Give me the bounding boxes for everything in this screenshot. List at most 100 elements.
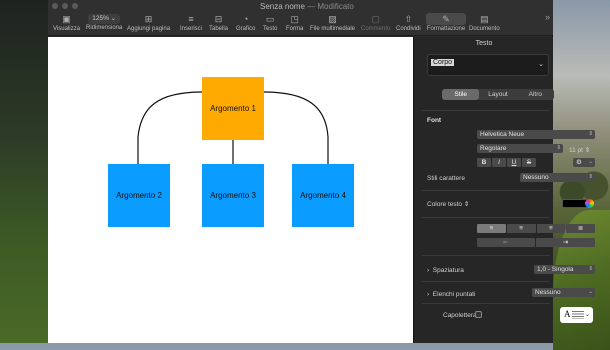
chevron-down-icon: ⌄ — [538, 61, 544, 68]
app-window: Senza nome — Modificato » ▣ Visualizza 1… — [48, 0, 595, 343]
chevron-updown-icon: ⇕ — [588, 174, 593, 180]
chart-icon: ◔ — [242, 14, 249, 24]
dropcap-style-select[interactable]: A ⌄ — [560, 307, 593, 323]
tab-stile[interactable]: Stile — [442, 89, 480, 100]
font-family-select[interactable]: Helvetica Neue ⇕ — [477, 130, 595, 139]
toolbar-comment[interactable]: ▢ Commento — [361, 13, 390, 32]
align-center-icon[interactable]: ≡ — [506, 224, 536, 233]
toolbar-chart[interactable]: ◔ Grafico — [236, 13, 255, 32]
gear-icon: ⚙ — [576, 159, 582, 166]
text-color-label: Colore testo ⇕ — [427, 201, 470, 208]
text-format-buttons: B I U S — [477, 158, 536, 167]
toolbar-label: Grafico — [236, 26, 256, 32]
tab-altro[interactable]: Altro — [517, 89, 554, 100]
toolbar-shape[interactable]: ◳ Forma — [286, 13, 303, 32]
diagram-node-1[interactable]: Argomento 1 — [202, 77, 264, 140]
document-icon: ▤ — [480, 14, 489, 24]
text-options-button[interactable]: ⚙ ⌄ — [573, 158, 595, 167]
desktop-background — [0, 0, 48, 343]
close-window-button[interactable] — [52, 3, 58, 9]
document-canvas[interactable]: Argomento 1 Argomento 2 Argomento 3 Argo… — [48, 37, 413, 343]
bold-button[interactable]: B — [477, 158, 491, 167]
toolbar-view[interactable]: ▣ Visualizza — [53, 13, 80, 32]
underline-button[interactable]: U — [507, 158, 521, 167]
share-icon: ⇧ — [404, 14, 413, 24]
paintbrush-icon: ✎ — [426, 13, 466, 25]
tab-layout[interactable]: Layout — [479, 89, 516, 100]
chevron-down-icon: ⌄ — [584, 312, 590, 318]
paragraph-style-select[interactable]: Corpo ⌄ — [427, 54, 549, 76]
divider — [422, 255, 550, 256]
spacing-select[interactable]: 1,0 - Singola ⇕ — [534, 265, 595, 274]
italic-button[interactable]: I — [492, 158, 506, 167]
diagram-node-3[interactable]: Argomento 3 — [202, 164, 264, 227]
toolbar-label: Commento — [361, 26, 391, 32]
toolbar-add-page[interactable]: ⊞ Aggiungi pagina — [127, 13, 170, 32]
diagram-node-2[interactable]: Argomento 2 — [108, 164, 170, 227]
spacing-disclosure[interactable]: › Spaziatura — [427, 267, 464, 274]
text-color-label-text: Colore testo — [427, 201, 463, 208]
sidebar-tabs: Stile Layout Altro — [442, 89, 554, 100]
toolbar-label: Aggiungi pagina — [127, 26, 171, 32]
align-justify-icon[interactable]: ≣ — [566, 224, 595, 233]
toolbar-media[interactable]: ▨ File multimediale — [310, 13, 355, 32]
spacing-label: Spaziatura — [432, 267, 464, 274]
bullets-select[interactable]: Nessuno ⌄ — [532, 288, 595, 297]
increase-indent-icon[interactable]: ⇥ — [536, 238, 595, 247]
document-status: Modificato — [317, 2, 354, 11]
font-weight-value: Regolare — [480, 145, 507, 152]
shape-icon: ◳ — [290, 14, 299, 24]
insert-icon: ≡ — [188, 14, 194, 24]
font-weight-select[interactable]: Regolare ⇕ — [477, 144, 563, 153]
align-right-icon[interactable]: ≡ — [536, 224, 566, 233]
toolbar-share[interactable]: ⇧ Condividi — [396, 13, 421, 32]
window-controls — [52, 3, 78, 9]
toolbar-label: Documento — [469, 26, 500, 32]
toolbar-label: Ridimensiona — [86, 25, 123, 31]
divider — [422, 217, 550, 218]
toolbar-table[interactable]: ⊟ Tabella — [209, 13, 228, 32]
bullets-label: Elenchi puntati — [432, 291, 476, 298]
zoom-select[interactable]: 125% ⌄ — [88, 14, 121, 24]
chevron-updown-icon: ⇕ — [588, 266, 593, 272]
toolbar-label: Condividi — [396, 26, 421, 32]
diagram-node-4[interactable]: Argomento 4 — [292, 164, 354, 227]
color-wheel-icon[interactable] — [585, 199, 594, 208]
toolbar-label: File multimediale — [310, 26, 356, 32]
dropcap-label: Capolettera — [443, 312, 477, 319]
dropcap-checkbox[interactable] — [475, 311, 482, 318]
toolbar-zoom[interactable]: 125% ⌄ Ridimensiona — [86, 13, 122, 31]
bullets-disclosure[interactable]: › Elenchi puntati — [427, 291, 475, 298]
decrease-indent-icon[interactable]: ⇤ — [477, 238, 535, 247]
minimize-window-button[interactable] — [62, 3, 68, 9]
chevron-down-icon: ⌄ — [588, 159, 593, 165]
toolbar-document[interactable]: ▤ Documento — [469, 13, 500, 32]
text-icon: ▭ — [265, 14, 275, 24]
node-label: Argomento 3 — [210, 191, 256, 200]
toolbar-text[interactable]: ▭ Testo — [263, 13, 277, 32]
toolbar-label: Visualizza — [53, 26, 80, 32]
toolbar-format[interactable]: ✎ Formattazione — [426, 13, 466, 32]
sidebar-title: Testo — [475, 40, 493, 47]
font-size-field[interactable]: 11 pt ⇕ — [569, 146, 590, 154]
table-icon: ⊟ — [214, 14, 223, 24]
chevron-updown-icon: ⇕ — [588, 131, 593, 137]
char-styles-value: Nessuno — [523, 174, 549, 181]
divider — [422, 190, 550, 191]
toolbar-label: Forma — [286, 26, 304, 32]
toolbar-insert[interactable]: ≡ Inserisci — [180, 13, 202, 32]
indent-buttons: ⇤ ⇥ — [477, 238, 595, 247]
chevron-right-icon: › — [427, 291, 430, 298]
node-label: Argomento 1 — [210, 104, 256, 113]
chevron-updown-icon: ⇕ — [556, 145, 561, 151]
document-name: Senza nome — [260, 2, 305, 11]
font-header: Font — [427, 117, 442, 124]
zoom-window-button[interactable] — [72, 3, 78, 9]
align-left-icon[interactable]: ≡ — [477, 224, 506, 233]
strikethrough-button[interactable]: S — [522, 158, 536, 167]
connector-1-2 — [137, 91, 203, 164]
divider — [422, 303, 550, 304]
toolbar-overflow-icon[interactable]: » — [545, 12, 550, 22]
add-page-icon: ⊞ — [144, 14, 153, 24]
char-styles-select[interactable]: Nessuno ⇕ — [520, 173, 595, 182]
